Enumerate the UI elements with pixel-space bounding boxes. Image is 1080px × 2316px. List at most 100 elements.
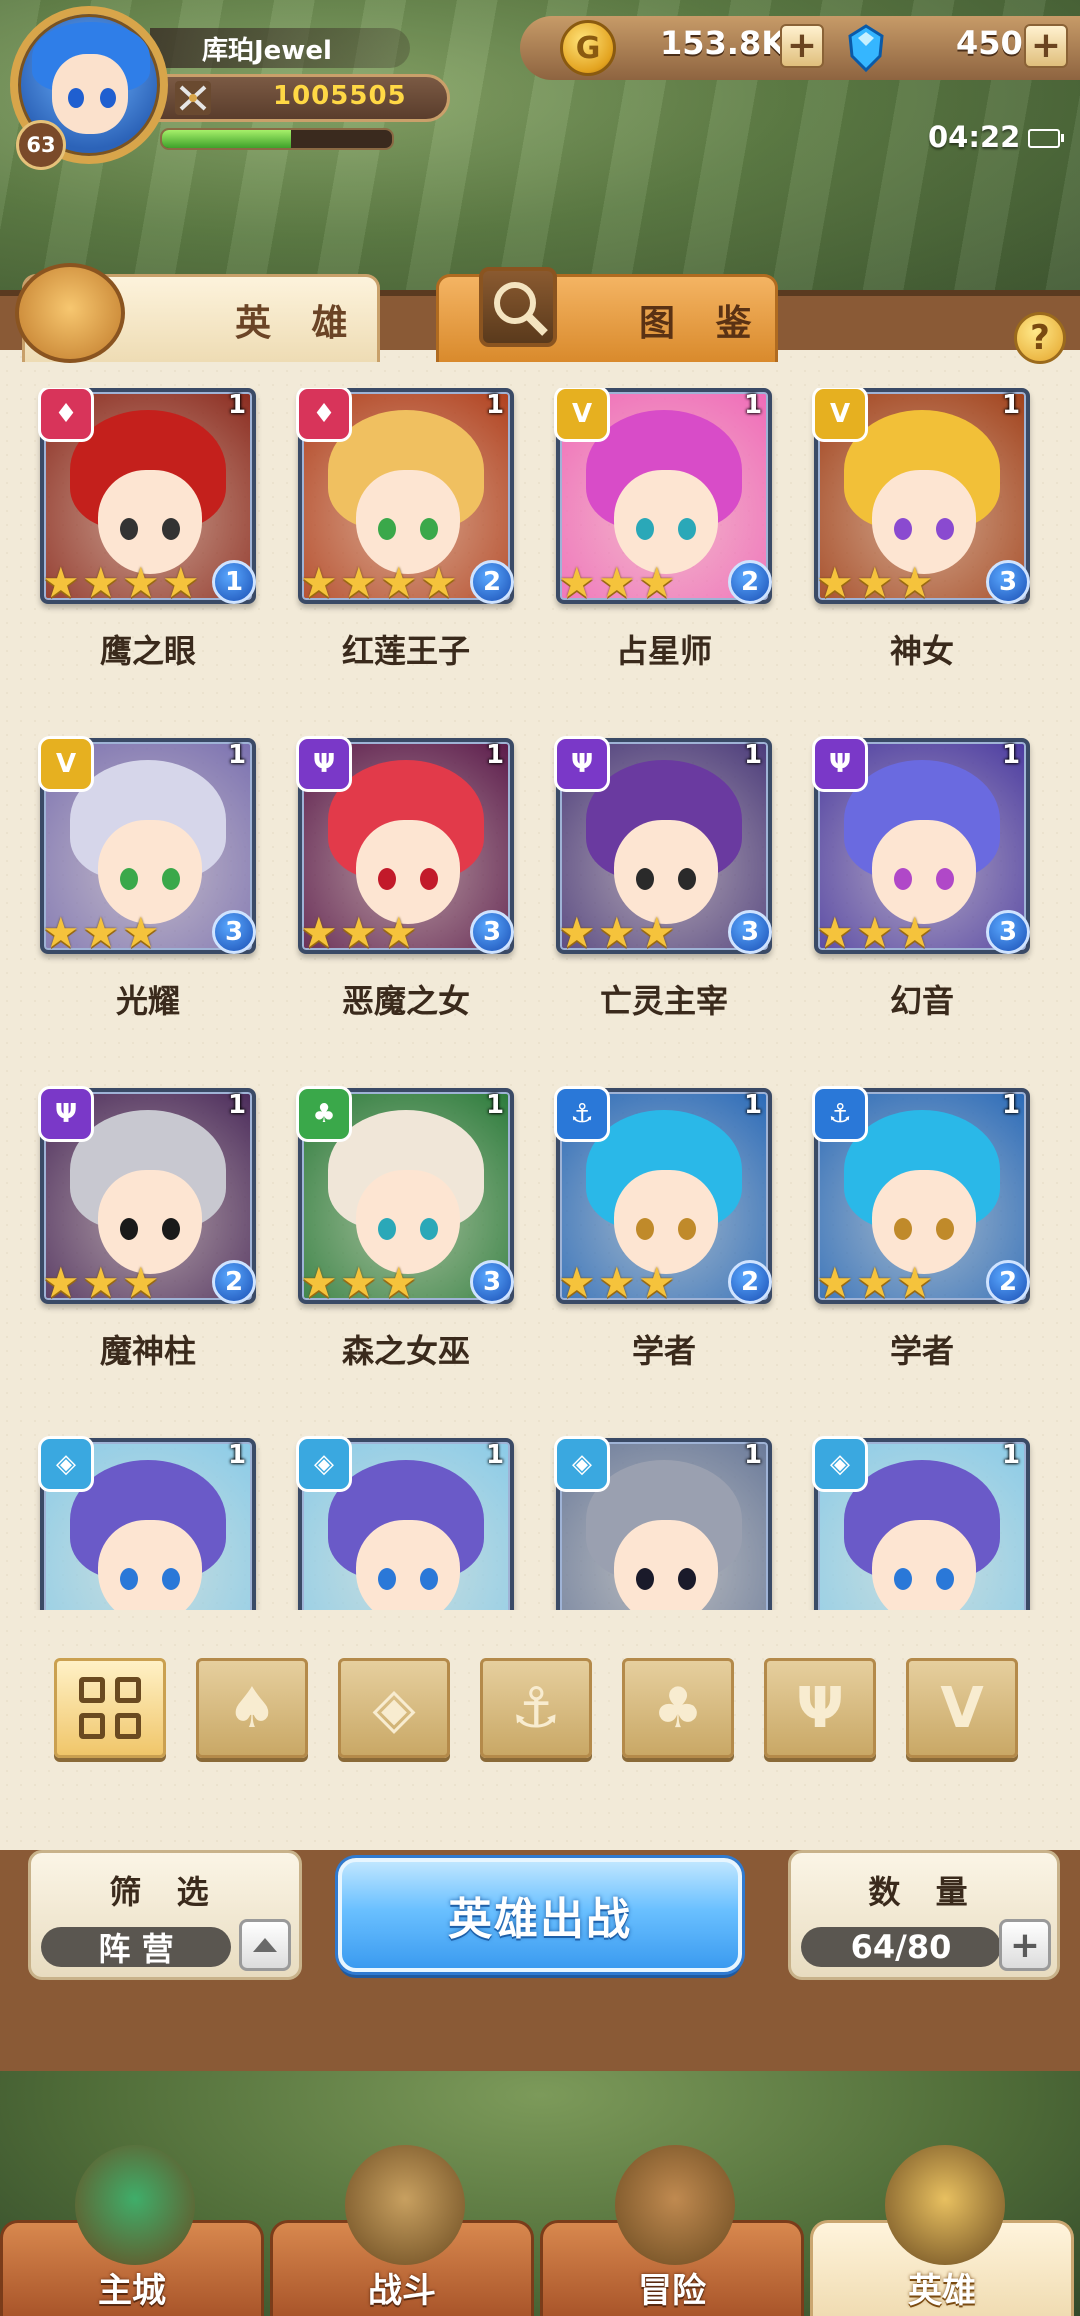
filter-value[interactable]: 阵 营 bbox=[41, 1927, 231, 1968]
hero-rank-number: 1 bbox=[1002, 740, 1021, 770]
nav-2[interactable]: 冒险 bbox=[540, 2145, 804, 2316]
hero-name: 学者 bbox=[889, 1332, 954, 1370]
hero-rank-number: 1 bbox=[486, 740, 505, 770]
deploy-heroes-button[interactable]: 英雄出战 bbox=[338, 1858, 742, 1972]
hero-level-badge: 3 bbox=[212, 910, 256, 954]
combat-power-value: 1005505 bbox=[273, 81, 407, 111]
nav-3[interactable]: 英雄 bbox=[810, 2145, 1074, 2316]
help-button[interactable]: ? bbox=[1014, 312, 1066, 364]
battery-icon bbox=[1028, 129, 1064, 148]
add-hero-slots-button[interactable]: + bbox=[999, 1919, 1051, 1971]
hero-name: 占星师 bbox=[615, 632, 712, 670]
filter-label: 筛 选 bbox=[109, 1873, 221, 1911]
wings-icon: V bbox=[940, 1675, 984, 1741]
crossed-swords-icon bbox=[175, 81, 211, 115]
star-rating: ★ ★ ★ bbox=[42, 908, 162, 957]
add-gold-button[interactable]: + bbox=[780, 24, 824, 68]
filter-nature-button[interactable]: ♣ bbox=[622, 1658, 734, 1758]
star-icon: ★ bbox=[380, 558, 418, 607]
faction-water-icon: ⚓ bbox=[812, 1086, 868, 1142]
star-icon: ★ bbox=[122, 1258, 160, 1307]
star-rating: ★ ★ ★ ★ bbox=[300, 558, 460, 607]
star-icon: ★ bbox=[162, 558, 200, 607]
grid-icon bbox=[79, 1677, 141, 1739]
nav-emblem-icon bbox=[345, 2145, 465, 2265]
nav-0[interactable]: 主城 bbox=[0, 2145, 264, 2316]
add-gems-button[interactable]: + bbox=[1024, 24, 1068, 68]
hero-level-badge: 3 bbox=[986, 910, 1030, 954]
hero-rank-number: 1 bbox=[486, 1440, 505, 1470]
star-icon: ★ bbox=[42, 1258, 80, 1307]
flame-icon: ♠ bbox=[226, 1675, 278, 1741]
count-label: 数 量 bbox=[868, 1873, 980, 1911]
hero-name: 学者 bbox=[631, 1332, 696, 1370]
star-icon: ★ bbox=[300, 908, 338, 957]
tab-heroes-label: 英 雄 bbox=[235, 302, 362, 344]
filter-fire-button[interactable]: ♠ bbox=[196, 1658, 308, 1758]
star-icon: ★ bbox=[300, 558, 338, 607]
star-icon: ★ bbox=[300, 1258, 338, 1307]
faction-filter-row: ♠ ◈ ⚓ ♣ Ψ V bbox=[0, 1640, 1080, 1780]
chevron-up-icon bbox=[253, 1938, 277, 1952]
filter-water-button[interactable]: ⚓ bbox=[480, 1658, 592, 1758]
nav-emblem-icon bbox=[885, 2145, 1005, 2265]
hero-level-badge: 2 bbox=[212, 1260, 256, 1304]
hero-name: 亡灵主宰 bbox=[599, 982, 728, 1020]
star-rating: ★ ★ ★ bbox=[816, 558, 936, 607]
diamond-gem-icon bbox=[848, 24, 884, 73]
faction-water-icon: ⚓ bbox=[554, 1086, 610, 1142]
nav-1[interactable]: 战斗 bbox=[270, 2145, 534, 2316]
faction-light-icon: V bbox=[812, 388, 868, 442]
star-icon: ★ bbox=[340, 908, 378, 957]
star-icon: ★ bbox=[856, 908, 894, 957]
gold-amount: 153.8K bbox=[660, 24, 787, 62]
experience-fill bbox=[162, 130, 291, 148]
hero-name: 红莲王子 bbox=[341, 632, 470, 670]
star-icon: ★ bbox=[558, 908, 596, 957]
filter-all-button[interactable] bbox=[54, 1658, 166, 1758]
tab-codex-label: 图 鉴 bbox=[639, 302, 766, 344]
star-rating: ★ ★ ★ bbox=[300, 1258, 420, 1307]
faction-dark-icon: Ψ bbox=[554, 736, 610, 792]
tab-codex[interactable]: 图 鉴 bbox=[436, 267, 778, 362]
anchor-icon: ⚓ bbox=[510, 1675, 562, 1741]
star-rating: ★ ★ ★ bbox=[558, 908, 678, 957]
star-icon: ★ bbox=[340, 1258, 378, 1307]
hero-level-badge: 3 bbox=[986, 560, 1030, 604]
hero-rank-number: 1 bbox=[228, 390, 247, 420]
filter-dropdown-button[interactable] bbox=[239, 1919, 291, 1971]
star-icon: ★ bbox=[558, 1258, 596, 1307]
faction-light-icon: V bbox=[554, 388, 610, 442]
star-icon: ★ bbox=[816, 558, 854, 607]
filter-dark-button[interactable]: Ψ bbox=[764, 1658, 876, 1758]
hero-rank-number: 1 bbox=[1002, 1440, 1021, 1470]
star-icon: ★ bbox=[420, 558, 458, 607]
filter-panel: 筛 选 阵 营 bbox=[28, 1850, 302, 1980]
hero-count-value: 64/80 bbox=[801, 1927, 1001, 1967]
tab-heroes[interactable]: 英 雄 bbox=[15, 263, 380, 363]
hero-level-badge: 3 bbox=[728, 910, 772, 954]
hero-rank-number: 1 bbox=[486, 1090, 505, 1120]
star-icon: ★ bbox=[896, 908, 934, 957]
hero-rank-number: 1 bbox=[744, 390, 763, 420]
player-level-badge: 63 bbox=[16, 120, 66, 170]
hero-level-badge: 2 bbox=[728, 1260, 772, 1304]
star-rating: ★ ★ ★ ★ bbox=[42, 558, 202, 607]
faction-shield-icon: ◈ bbox=[296, 1436, 352, 1492]
star-icon: ★ bbox=[598, 1258, 636, 1307]
faction-shield-icon: ◈ bbox=[38, 1436, 94, 1492]
filter-light-button[interactable]: V bbox=[906, 1658, 1018, 1758]
hero-name: 森之女巫 bbox=[341, 1332, 470, 1370]
hero-rank-number: 1 bbox=[744, 1440, 763, 1470]
hero-name: 鹰之眼 bbox=[99, 632, 196, 670]
star-icon: ★ bbox=[42, 908, 80, 957]
hero-rank-number: 1 bbox=[486, 390, 505, 420]
star-icon: ★ bbox=[856, 558, 894, 607]
star-icon: ★ bbox=[82, 1258, 120, 1307]
horns-icon: Ψ bbox=[796, 1675, 844, 1741]
star-icon: ★ bbox=[816, 908, 854, 957]
star-rating: ★ ★ ★ bbox=[558, 1258, 678, 1307]
star-icon: ★ bbox=[638, 558, 676, 607]
filter-shield-button[interactable]: ◈ bbox=[338, 1658, 450, 1758]
bottom-navigation: 主城 战斗 冒险 英雄 bbox=[0, 2145, 1080, 2316]
